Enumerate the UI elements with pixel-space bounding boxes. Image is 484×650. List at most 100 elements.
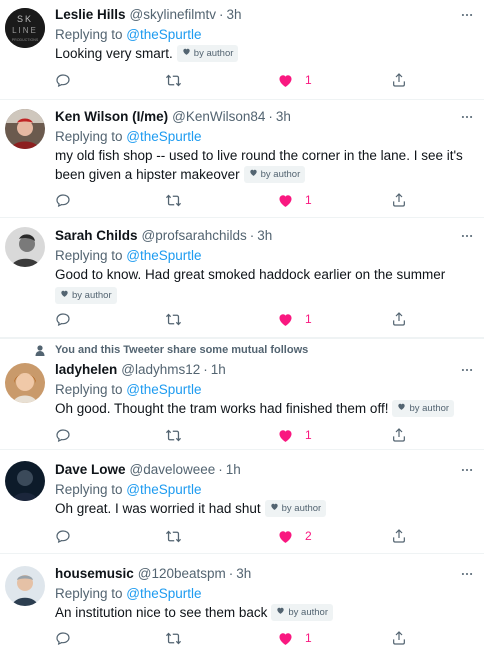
badge-label: by author: [193, 47, 234, 59]
like-button[interactable]: 1: [277, 628, 312, 648]
heart-icon: [249, 168, 258, 181]
retweet-button[interactable]: [165, 628, 182, 648]
like-button[interactable]: 2: [277, 526, 312, 546]
tweet-text-block: Looking very smart. by author: [55, 44, 476, 63]
author-name[interactable]: Dave Lowe: [55, 461, 126, 479]
author-name[interactable]: Sarah Childs: [55, 227, 138, 245]
reply-tweet[interactable]: Ken Wilson (I/me) @KenWilson84 · 3h Repl…: [0, 100, 484, 218]
avatar[interactable]: SK LINE PRODUCTIONS: [5, 8, 45, 48]
author-handle[interactable]: @120beatspm: [138, 565, 226, 583]
retweet-button[interactable]: [165, 190, 182, 210]
author-liked-badge: by author: [271, 604, 333, 621]
reply-button[interactable]: [55, 628, 71, 648]
share-icon: [391, 630, 407, 646]
retweet-icon: [165, 311, 182, 328]
reply-mention-link[interactable]: @theSpurtle: [126, 129, 201, 144]
reply-mention-link[interactable]: @theSpurtle: [126, 382, 201, 397]
reply-mention-link[interactable]: @theSpurtle: [126, 248, 201, 263]
retweet-button[interactable]: [165, 526, 182, 546]
retweet-button[interactable]: [165, 425, 182, 445]
replying-to-label: Replying to: [55, 27, 127, 42]
retweet-icon: [165, 630, 182, 647]
avatar-logo-text-1: SK: [17, 14, 33, 24]
avatar[interactable]: [5, 109, 45, 149]
badge-label: by author: [72, 289, 112, 301]
reply-tweet[interactable]: housemusic @120beatspm · 3h Replying to …: [0, 554, 484, 650]
like-count: 1: [305, 312, 312, 326]
avatar[interactable]: [5, 461, 45, 501]
more-options-icon[interactable]: [458, 361, 476, 379]
author-name[interactable]: Ken Wilson (I/me): [55, 108, 168, 126]
reply-tweet[interactable]: ladyhelen @ladyhms12 · 1h Replying to @t…: [0, 338, 484, 450]
separator-dot: ·: [268, 109, 273, 124]
author-name[interactable]: Leslie Hills: [55, 6, 126, 24]
replying-to-label: Replying to: [55, 586, 127, 601]
more-options-icon[interactable]: [458, 565, 476, 583]
retweet-button[interactable]: [165, 309, 182, 329]
retweet-button[interactable]: [165, 70, 182, 90]
share-button[interactable]: [391, 70, 407, 90]
replying-to: Replying to @theSpurtle: [55, 127, 476, 146]
reply-tweet[interactable]: SK LINE PRODUCTIONS Leslie Hills @skylin…: [0, 0, 484, 100]
tweet-text-block: my old fish shop -- used to live round t…: [55, 146, 476, 184]
reply-tweet[interactable]: Sarah Childs @profsarahchilds · 3h Reply…: [0, 218, 484, 338]
tweet-actions: 1: [55, 628, 425, 648]
replying-to-label: Replying to: [55, 129, 127, 144]
retweet-icon: [165, 528, 182, 545]
timestamp[interactable]: 3h: [257, 227, 272, 245]
author-handle[interactable]: @daveloweee: [130, 461, 216, 479]
avatar[interactable]: [5, 566, 45, 606]
timestamp[interactable]: 3h: [276, 108, 291, 126]
share-button[interactable]: [391, 190, 407, 210]
like-button[interactable]: 1: [277, 425, 312, 445]
timestamp[interactable]: 3h: [236, 565, 251, 583]
separator-dot: ·: [218, 462, 223, 477]
reply-icon: [55, 72, 71, 88]
timestamp[interactable]: 3h: [227, 6, 242, 24]
share-button[interactable]: [391, 526, 407, 546]
avatar[interactable]: [5, 227, 45, 267]
reply-icon: [55, 192, 71, 208]
share-button[interactable]: [391, 425, 407, 445]
reply-icon: [55, 427, 71, 443]
reply-mention-link[interactable]: @theSpurtle: [126, 586, 201, 601]
author-name[interactable]: ladyhelen: [55, 361, 117, 379]
reply-button[interactable]: [55, 526, 71, 546]
timestamp[interactable]: 1h: [211, 361, 226, 379]
like-count: 1: [305, 193, 312, 207]
reply-mention-link[interactable]: @theSpurtle: [126, 27, 201, 42]
like-button[interactable]: 1: [277, 70, 312, 90]
author-handle[interactable]: @ladyhms12: [121, 361, 200, 379]
tweet-text: Good to know. Had great smoked haddock e…: [55, 267, 446, 282]
reply-button[interactable]: [55, 309, 71, 329]
reply-button[interactable]: [55, 190, 71, 210]
timestamp[interactable]: 1h: [226, 461, 241, 479]
author-name[interactable]: housemusic: [55, 565, 134, 583]
avatar[interactable]: [5, 363, 45, 403]
like-button[interactable]: 1: [277, 190, 312, 210]
more-options-icon[interactable]: [458, 227, 476, 245]
reply-button[interactable]: [55, 70, 71, 90]
like-button[interactable]: 1: [277, 309, 312, 329]
reply-mention-link[interactable]: @theSpurtle: [126, 482, 201, 497]
heart-icon: [277, 192, 294, 209]
tweet-text-block: An institution nice to see them back by a…: [55, 603, 476, 622]
author-handle[interactable]: @profsarahchilds: [142, 227, 247, 245]
reply-button[interactable]: [55, 425, 71, 445]
share-button[interactable]: [391, 628, 407, 648]
more-options-icon[interactable]: [458, 6, 476, 24]
tweet-actions: 2: [55, 526, 425, 546]
author-handle[interactable]: @skylinefilmtv: [130, 6, 216, 24]
replying-to-label: Replying to: [55, 248, 127, 263]
more-options-icon[interactable]: [458, 108, 476, 126]
tweet-header: ladyhelen @ladyhms12 · 1h: [55, 361, 476, 379]
tweet-text-block: Oh great. I was worried it had shut by au…: [55, 499, 476, 518]
more-options-icon[interactable]: [458, 461, 476, 479]
reply-tweet[interactable]: Dave Lowe @daveloweee · 1h Replying to @…: [0, 450, 484, 554]
tweet-text: An institution nice to see them back: [55, 605, 268, 620]
reply-icon: [55, 528, 71, 544]
share-button[interactable]: [391, 309, 407, 329]
share-icon: [391, 427, 407, 443]
separator-dot: ·: [249, 228, 255, 243]
author-handle[interactable]: @KenWilson84: [172, 108, 265, 126]
